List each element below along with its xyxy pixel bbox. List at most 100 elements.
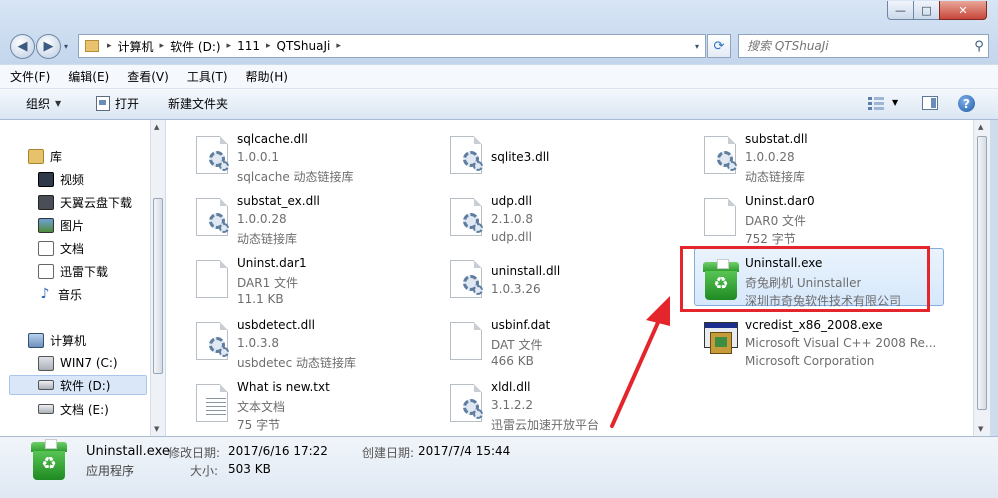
chevron-down-icon[interactable]: ▾ [695, 42, 699, 51]
navigation-scrollbar[interactable]: ▲ ▼ [150, 120, 165, 436]
folder-icon [38, 194, 54, 210]
scroll-up-icon[interactable]: ▲ [154, 123, 159, 131]
breadcrumb-separator[interactable]: ▸ [336, 41, 341, 51]
minimize-button[interactable]: — [887, 1, 914, 20]
highlight-box [680, 246, 930, 312]
file-name: vcredist_x86_2008.exe [745, 318, 883, 332]
dll-gear-icon [192, 134, 232, 178]
search-icon[interactable]: ⚲ [970, 39, 988, 54]
music-note-icon: ♪ [40, 285, 50, 302]
nav-item-drive-d[interactable]: 软件 (D:) [9, 375, 147, 395]
drive-icon [38, 380, 54, 390]
file-tile[interactable]: sqlcache.dll 1.0.0.1 sqlcache 动态链接库 [186, 124, 436, 184]
search-box[interactable]: ⚲ [738, 34, 989, 58]
menu-edit[interactable]: 编辑(E) [58, 68, 117, 85]
created-value: 2017/7/4 15:44 [418, 444, 511, 458]
breadcrumb-drive-d[interactable]: 软件 (D:) [170, 38, 220, 55]
size-label: 大小: [190, 464, 219, 478]
nav-label: 迅雷下载 [60, 264, 109, 279]
open-window-icon [96, 96, 110, 111]
forward-button[interactable]: ▶ [36, 34, 61, 59]
nav-label: WIN7 (C:) [60, 356, 118, 370]
help-icon[interactable]: ? [958, 95, 975, 112]
maximize-button[interactable]: □ [913, 1, 940, 20]
menu-help[interactable]: 帮助(H) [236, 68, 296, 85]
scrollbar-thumb[interactable] [977, 136, 987, 410]
new-folder-button[interactable]: 新建文件夹 [168, 95, 228, 112]
file-tile[interactable]: Uninst.dar1 DAR1 文件 11.1 KB [186, 248, 436, 306]
view-options-icon[interactable] [868, 96, 884, 110]
scrollbar-thumb[interactable] [153, 198, 163, 374]
address-bar[interactable]: ▸ 计算机 ▸ 软件 (D:) ▸ 111 ▸ QTShuaJi ▸ ▾ [78, 34, 706, 58]
nav-item-xunlei[interactable]: 迅雷下载 [38, 261, 108, 281]
close-button[interactable]: ✕ [939, 1, 987, 20]
recent-pages-dropdown[interactable]: ▾ [64, 42, 68, 51]
file-name: Uninst.dar1 [237, 256, 307, 270]
recycle-bin-icon: ♻ [27, 439, 71, 484]
organize-button[interactable]: 组织 ▼ [26, 95, 61, 112]
scroll-up-icon[interactable]: ▲ [978, 123, 983, 131]
back-button[interactable]: ◀ [10, 34, 35, 59]
file-detail-1: DAR0 文件 [745, 214, 807, 228]
scroll-down-icon[interactable]: ▼ [154, 425, 159, 433]
file-tile[interactable]: usbdetect.dll 1.0.3.8 usbdetec 动态链接库 [186, 310, 436, 370]
created-label: 创建日期: [362, 446, 415, 460]
nav-item-drive-c[interactable]: WIN7 (C:) [38, 353, 118, 373]
file-name: usbdetect.dll [237, 318, 315, 332]
file-detail-2: sqlcache 动态链接库 [237, 170, 354, 184]
file-name: udp.dll [491, 194, 532, 208]
nav-item-documents[interactable]: 文档 [38, 238, 84, 258]
file-detail-2: 11.1 KB [237, 292, 284, 306]
breadcrumb-separator[interactable]: ▸ [160, 41, 165, 51]
file-name: substat_ex.dll [237, 194, 320, 208]
blank-file-icon [192, 258, 232, 302]
breadcrumb-111[interactable]: 111 [237, 39, 260, 53]
nav-item-videos[interactable]: 视频 [38, 169, 84, 189]
nav-item-drive-e[interactable]: 文档 (E:) [38, 399, 109, 419]
file-tile[interactable]: substat_ex.dll 1.0.0.28 动态链接库 [186, 186, 436, 246]
computer-icon [28, 332, 44, 348]
file-detail-2: Microsoft Corporation [745, 354, 875, 368]
open-button[interactable]: 打开 [96, 95, 139, 112]
preview-pane-icon[interactable] [922, 96, 938, 110]
nav-item-pictures[interactable]: 图片 [38, 215, 84, 235]
file-name: uninstall.dll [491, 264, 561, 278]
new-folder-label: 新建文件夹 [168, 97, 229, 111]
content-scrollbar[interactable]: ▲ ▼ [973, 120, 990, 436]
video-icon [38, 171, 54, 187]
refresh-button[interactable]: ⟳ [707, 34, 731, 58]
breadcrumb-separator[interactable]: ▸ [266, 41, 271, 51]
file-detail-1: 1.0.0.28 [237, 212, 287, 226]
file-name: xldl.dll [491, 380, 531, 394]
dll-gear-icon [700, 134, 740, 178]
minimize-icon: — [895, 3, 906, 17]
file-tile[interactable]: vcredist_x86_2008.exe Microsoft Visual C+… [694, 310, 944, 368]
chevron-down-icon[interactable]: ▼ [892, 98, 898, 107]
modified-label: 修改日期: [168, 446, 221, 460]
breadcrumb-separator[interactable]: ▸ [107, 41, 112, 51]
menu-file[interactable]: 文件(F) [0, 68, 58, 85]
nav-library[interactable]: 库 [28, 146, 62, 166]
file-tile[interactable]: sqlite3.dll [440, 124, 690, 182]
menu-tools[interactable]: 工具(T) [177, 68, 236, 85]
dll-gear-icon [446, 258, 486, 302]
nav-item-music[interactable]: ♪ 音乐 [38, 284, 82, 304]
refresh-icon: ⟳ [713, 38, 725, 54]
nav-item-tianyi[interactable]: 天翼云盘下载 [38, 192, 132, 212]
breadcrumb-separator[interactable]: ▸ [227, 41, 232, 51]
file-detail-1: DAR1 文件 [237, 276, 299, 290]
nav-label: 音乐 [58, 287, 83, 302]
breadcrumb-qtshuaji[interactable]: QTShuaJi [277, 39, 331, 53]
drive-icon [38, 355, 54, 371]
file-tile[interactable]: What is new.txt 文本文档 75 字节 [186, 372, 436, 432]
file-tile[interactable]: Uninst.dar0 DAR0 文件 752 字节 [694, 186, 944, 246]
file-detail-1: Microsoft Visual C++ 2008 Re... [745, 336, 937, 350]
menu-view[interactable]: 查看(V) [117, 68, 177, 85]
scroll-down-icon[interactable]: ▼ [978, 425, 983, 433]
nav-computer[interactable]: 计算机 [28, 330, 86, 350]
search-input[interactable] [739, 38, 970, 54]
file-tile[interactable]: substat.dll 1.0.0.28 动态链接库 [694, 124, 944, 184]
file-tile[interactable]: udp.dll 2.1.0.8 udp.dll [440, 186, 690, 244]
file-detail-1: 1.0.3.8 [237, 336, 279, 350]
breadcrumb-computer[interactable]: 计算机 [118, 38, 154, 55]
